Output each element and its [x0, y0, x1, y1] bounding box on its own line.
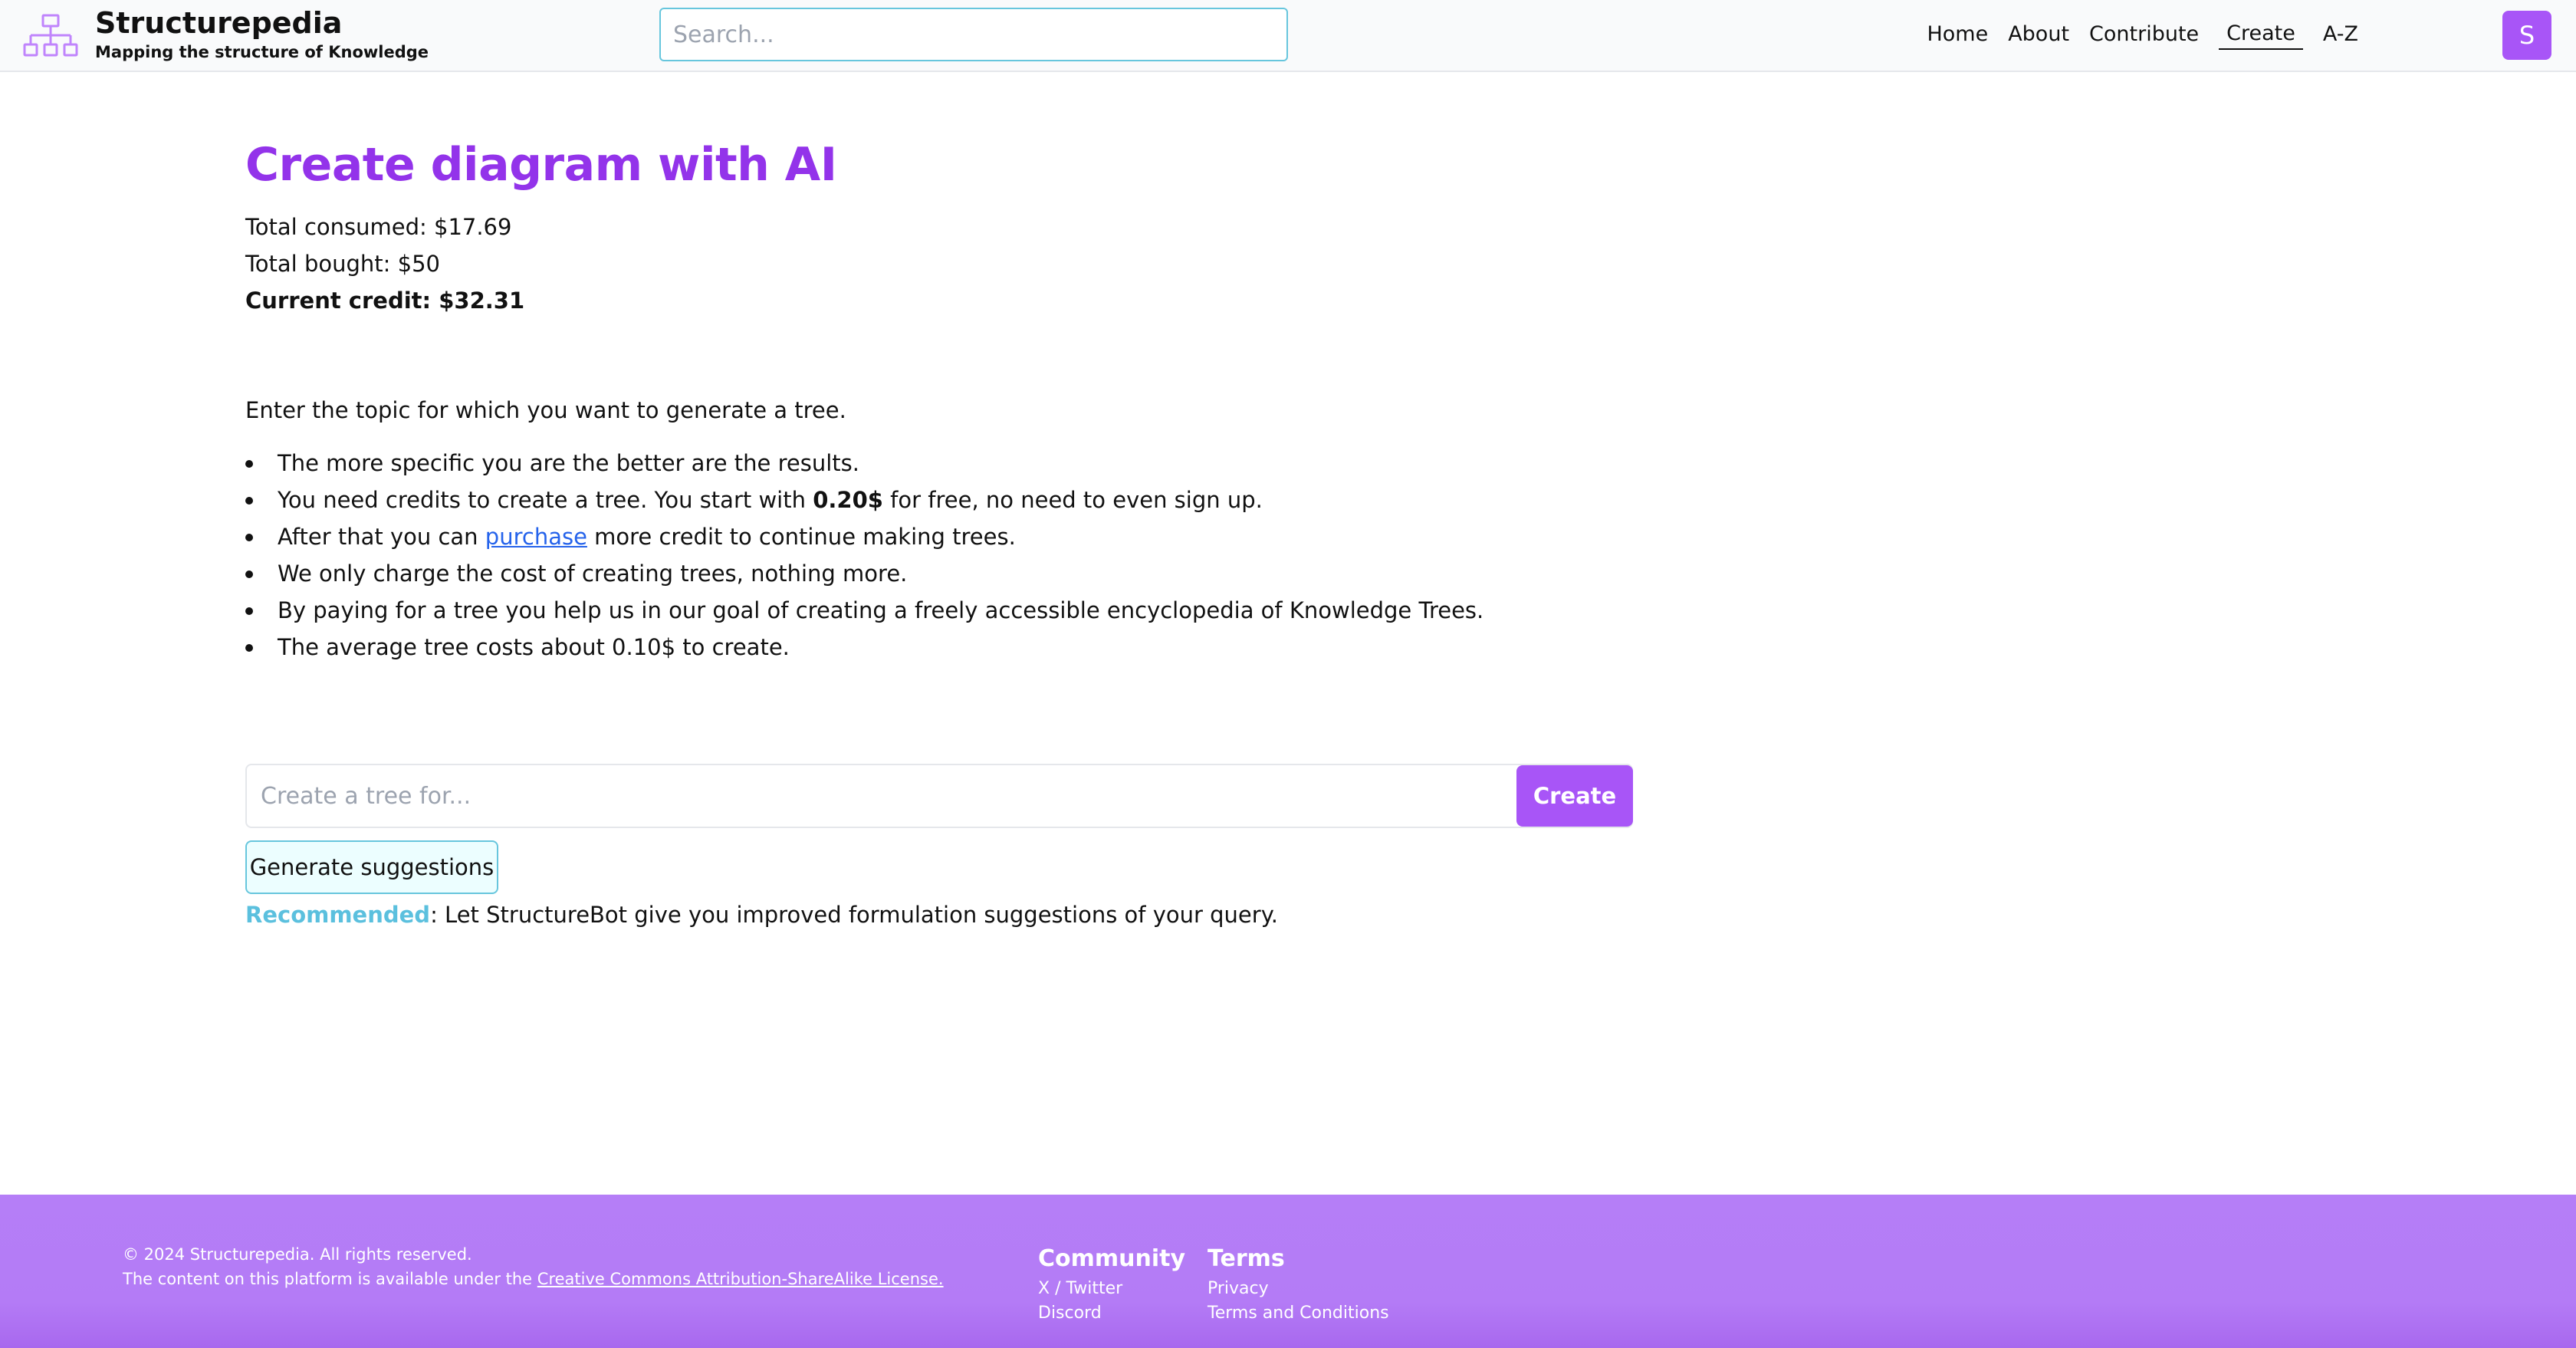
create-button[interactable]: Create: [1516, 765, 1633, 827]
current-credit: Current credit: $32.31: [245, 288, 525, 314]
create-tree-form: Create: [245, 764, 1633, 828]
purchase-link[interactable]: purchase: [485, 524, 587, 550]
twitter-link[interactable]: X / Twitter: [1038, 1277, 1185, 1301]
license-link[interactable]: Creative Commons Attribution-ShareAlike …: [537, 1270, 944, 1288]
site-header: Structurepedia Mapping the structure of …: [0, 0, 2576, 72]
list-item: You need credits to create a tree. You s…: [245, 482, 1484, 518]
copyright-text: © 2024 Structurepedia. All rights reserv…: [123, 1245, 472, 1264]
user-avatar[interactable]: S: [2502, 11, 2551, 60]
list-item-text: for free, no need to even sign up.: [882, 487, 1263, 513]
list-item-text: After that you can: [278, 524, 485, 550]
credit-summary: Create diagram with AI Total consumed: $…: [245, 138, 1702, 319]
footer-terms: Terms Privacy Terms and Conditions: [1208, 1245, 1389, 1326]
nav-create[interactable]: Create: [2219, 21, 2303, 50]
license-text: The content on this platform is availabl…: [123, 1267, 944, 1291]
search-input[interactable]: [659, 8, 1288, 61]
intro-text: Enter the topic for which you want to ge…: [245, 397, 846, 423]
list-item: We only charge the cost of creating tree…: [245, 555, 1484, 592]
hierarchy-tree-icon: [23, 14, 78, 57]
brand-tagline: Mapping the structure of Knowledge: [95, 43, 429, 61]
list-item-text: We only charge the cost of creating tree…: [278, 561, 908, 587]
list-item-text: By paying for a tree you help us in our …: [278, 597, 1484, 623]
list-item-text: The average tree costs about 0.10$ to cr…: [278, 634, 790, 660]
copyright-block: © 2024 Structurepedia. All rights reserv…: [123, 1242, 944, 1291]
total-bought: Total bought: $50: [245, 251, 440, 277]
nav-contribute[interactable]: Contribute: [2089, 22, 2199, 49]
create-tree-input[interactable]: [247, 765, 1515, 827]
list-item-text: more credit to continue making trees.: [586, 524, 1016, 550]
privacy-link[interactable]: Privacy: [1208, 1277, 1389, 1301]
list-item: After that you can purchase more credit …: [245, 518, 1484, 555]
footer-community: Community X / Twitter Discord: [1038, 1245, 1185, 1326]
community-heading: Community: [1038, 1245, 1186, 1272]
list-item: By paying for a tree you help us in our …: [245, 592, 1484, 629]
nav-a-z[interactable]: A-Z: [2323, 22, 2358, 49]
list-item: The more specific you are the better are…: [245, 445, 1484, 482]
total-consumed: Total consumed: $17.69: [245, 214, 512, 240]
site-footer: © 2024 Structurepedia. All rights reserv…: [0, 1195, 2576, 1348]
list-item-text: You need credits to create a tree. You s…: [278, 487, 813, 513]
license-prefix: The content on this platform is availabl…: [123, 1270, 537, 1288]
credit-stats: Total consumed: $17.69 Total bought: $50…: [245, 209, 1702, 319]
recommendation-note: Recommended: Let StructureBot give you i…: [245, 902, 1278, 928]
terms-heading: Terms: [1208, 1245, 1285, 1272]
free-credit-amount: 0.20$: [813, 487, 883, 513]
info-list: The more specific you are the better are…: [245, 445, 1484, 666]
discord-link[interactable]: Discord: [1038, 1301, 1185, 1326]
nav-home[interactable]: Home: [1927, 22, 1988, 49]
page-title: Create diagram with AI: [245, 138, 837, 192]
recommended-label: Recommended: [245, 902, 431, 928]
main-nav: Home About Contribute Create A-Z: [1927, 20, 2358, 51]
brand-title[interactable]: Structurepedia: [95, 6, 342, 40]
nav-about[interactable]: About: [2008, 22, 2069, 49]
list-item-text: The more specific you are the better are…: [278, 450, 859, 476]
recommendation-text: : Let StructureBot give you improved for…: [430, 902, 1278, 928]
generate-suggestions-button[interactable]: Generate suggestions: [245, 840, 498, 894]
list-item: The average tree costs about 0.10$ to cr…: [245, 629, 1484, 666]
terms-link[interactable]: Terms and Conditions: [1208, 1301, 1389, 1326]
